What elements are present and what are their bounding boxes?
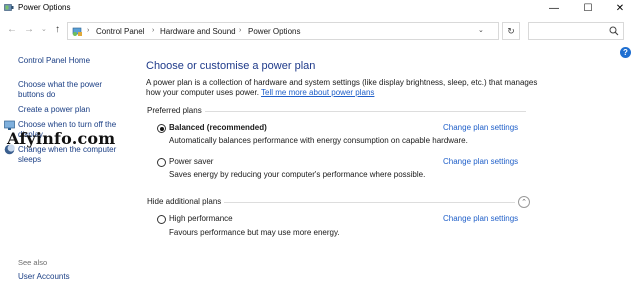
- refresh-button[interactable]: ↻: [502, 22, 520, 40]
- power-saver-change-settings-link[interactable]: Change plan settings: [443, 157, 518, 166]
- power-saver-plan-name[interactable]: Power saver: [169, 157, 213, 166]
- balanced-plan-description: Automatically balances performance with …: [169, 136, 468, 145]
- see-also-label: See also: [18, 258, 48, 267]
- intro-text: A power plan is a collection of hardware…: [146, 78, 546, 97]
- breadcrumb-control-panel[interactable]: Control Panel: [96, 27, 144, 36]
- maximize-button[interactable]: ☐: [572, 0, 604, 16]
- address-dropdown-icon[interactable]: ⌄: [478, 26, 484, 34]
- up-button[interactable]: ↑: [55, 24, 60, 35]
- maximize-icon: ☐: [583, 2, 593, 14]
- balanced-plan-name[interactable]: Balanced (recommended): [169, 123, 267, 132]
- search-input[interactable]: [528, 22, 624, 40]
- recent-locations-button[interactable]: ⌄: [41, 25, 47, 33]
- minimize-button[interactable]: —: [538, 0, 570, 16]
- high-performance-change-settings-link[interactable]: Change plan settings: [443, 214, 518, 223]
- page-title: Choose or customise a power plan: [146, 60, 316, 72]
- sidebar-link-power-buttons[interactable]: Choose what the power buttons do: [18, 80, 130, 99]
- preferred-plans-divider: [205, 111, 526, 112]
- high-performance-plan-radio[interactable]: [157, 215, 166, 224]
- see-also-user-accounts-link[interactable]: User Accounts: [18, 272, 130, 282]
- balanced-plan-radio[interactable]: [157, 124, 166, 133]
- chevron-up-icon: ⌃: [521, 199, 527, 206]
- breadcrumb-separator: ›: [239, 27, 242, 34]
- title-bar: Power Options — ☐ ✕: [0, 0, 636, 16]
- power-saver-plan-radio[interactable]: [157, 158, 166, 167]
- close-icon: ✕: [615, 2, 625, 14]
- sidebar-link-create-plan[interactable]: Create a power plan: [18, 105, 130, 115]
- refresh-icon: ↻: [507, 25, 515, 36]
- navigation-bar: ← → ⌄ ↑ › Control Panel › Hardware and S…: [0, 20, 636, 42]
- preferred-plans-label: Preferred plans: [147, 106, 202, 115]
- minimize-icon: —: [549, 2, 559, 14]
- back-button[interactable]: ←: [7, 24, 17, 35]
- search-icon: [609, 26, 619, 36]
- high-performance-plan-description: Favours performance but may use more ene…: [169, 228, 340, 237]
- breadcrumb-separator: ›: [87, 27, 90, 34]
- additional-plans-divider: [224, 202, 515, 203]
- control-panel-home-link[interactable]: Control Panel Home: [18, 56, 130, 66]
- collapse-additional-plans-button[interactable]: ⌃: [518, 196, 530, 208]
- breadcrumb-hardware-and-sound[interactable]: Hardware and Sound: [160, 27, 236, 36]
- address-bar[interactable]: › Control Panel › Hardware and Sound › P…: [67, 22, 499, 40]
- left-pane: Control Panel Home Choose what the power…: [0, 44, 140, 294]
- high-performance-plan-name[interactable]: High performance: [169, 214, 233, 223]
- breadcrumb-separator: ›: [152, 27, 155, 34]
- window-title: Power Options: [18, 3, 71, 12]
- balanced-change-settings-link[interactable]: Change plan settings: [443, 123, 518, 132]
- breadcrumb-power-options[interactable]: Power Options: [248, 27, 300, 36]
- learn-more-link[interactable]: Tell me more about power plans: [261, 88, 374, 97]
- hide-additional-plans-label[interactable]: Hide additional plans: [147, 197, 221, 206]
- help-icon[interactable]: ?: [620, 47, 631, 58]
- close-button[interactable]: ✕: [604, 0, 636, 16]
- watermark: Afyinfo.com: [7, 129, 116, 148]
- forward-button[interactable]: →: [24, 24, 34, 35]
- power-options-app-icon: [4, 4, 14, 11]
- power-saver-plan-description: Saves energy by reducing your computer's…: [169, 170, 426, 179]
- control-panel-icon: [72, 27, 82, 36]
